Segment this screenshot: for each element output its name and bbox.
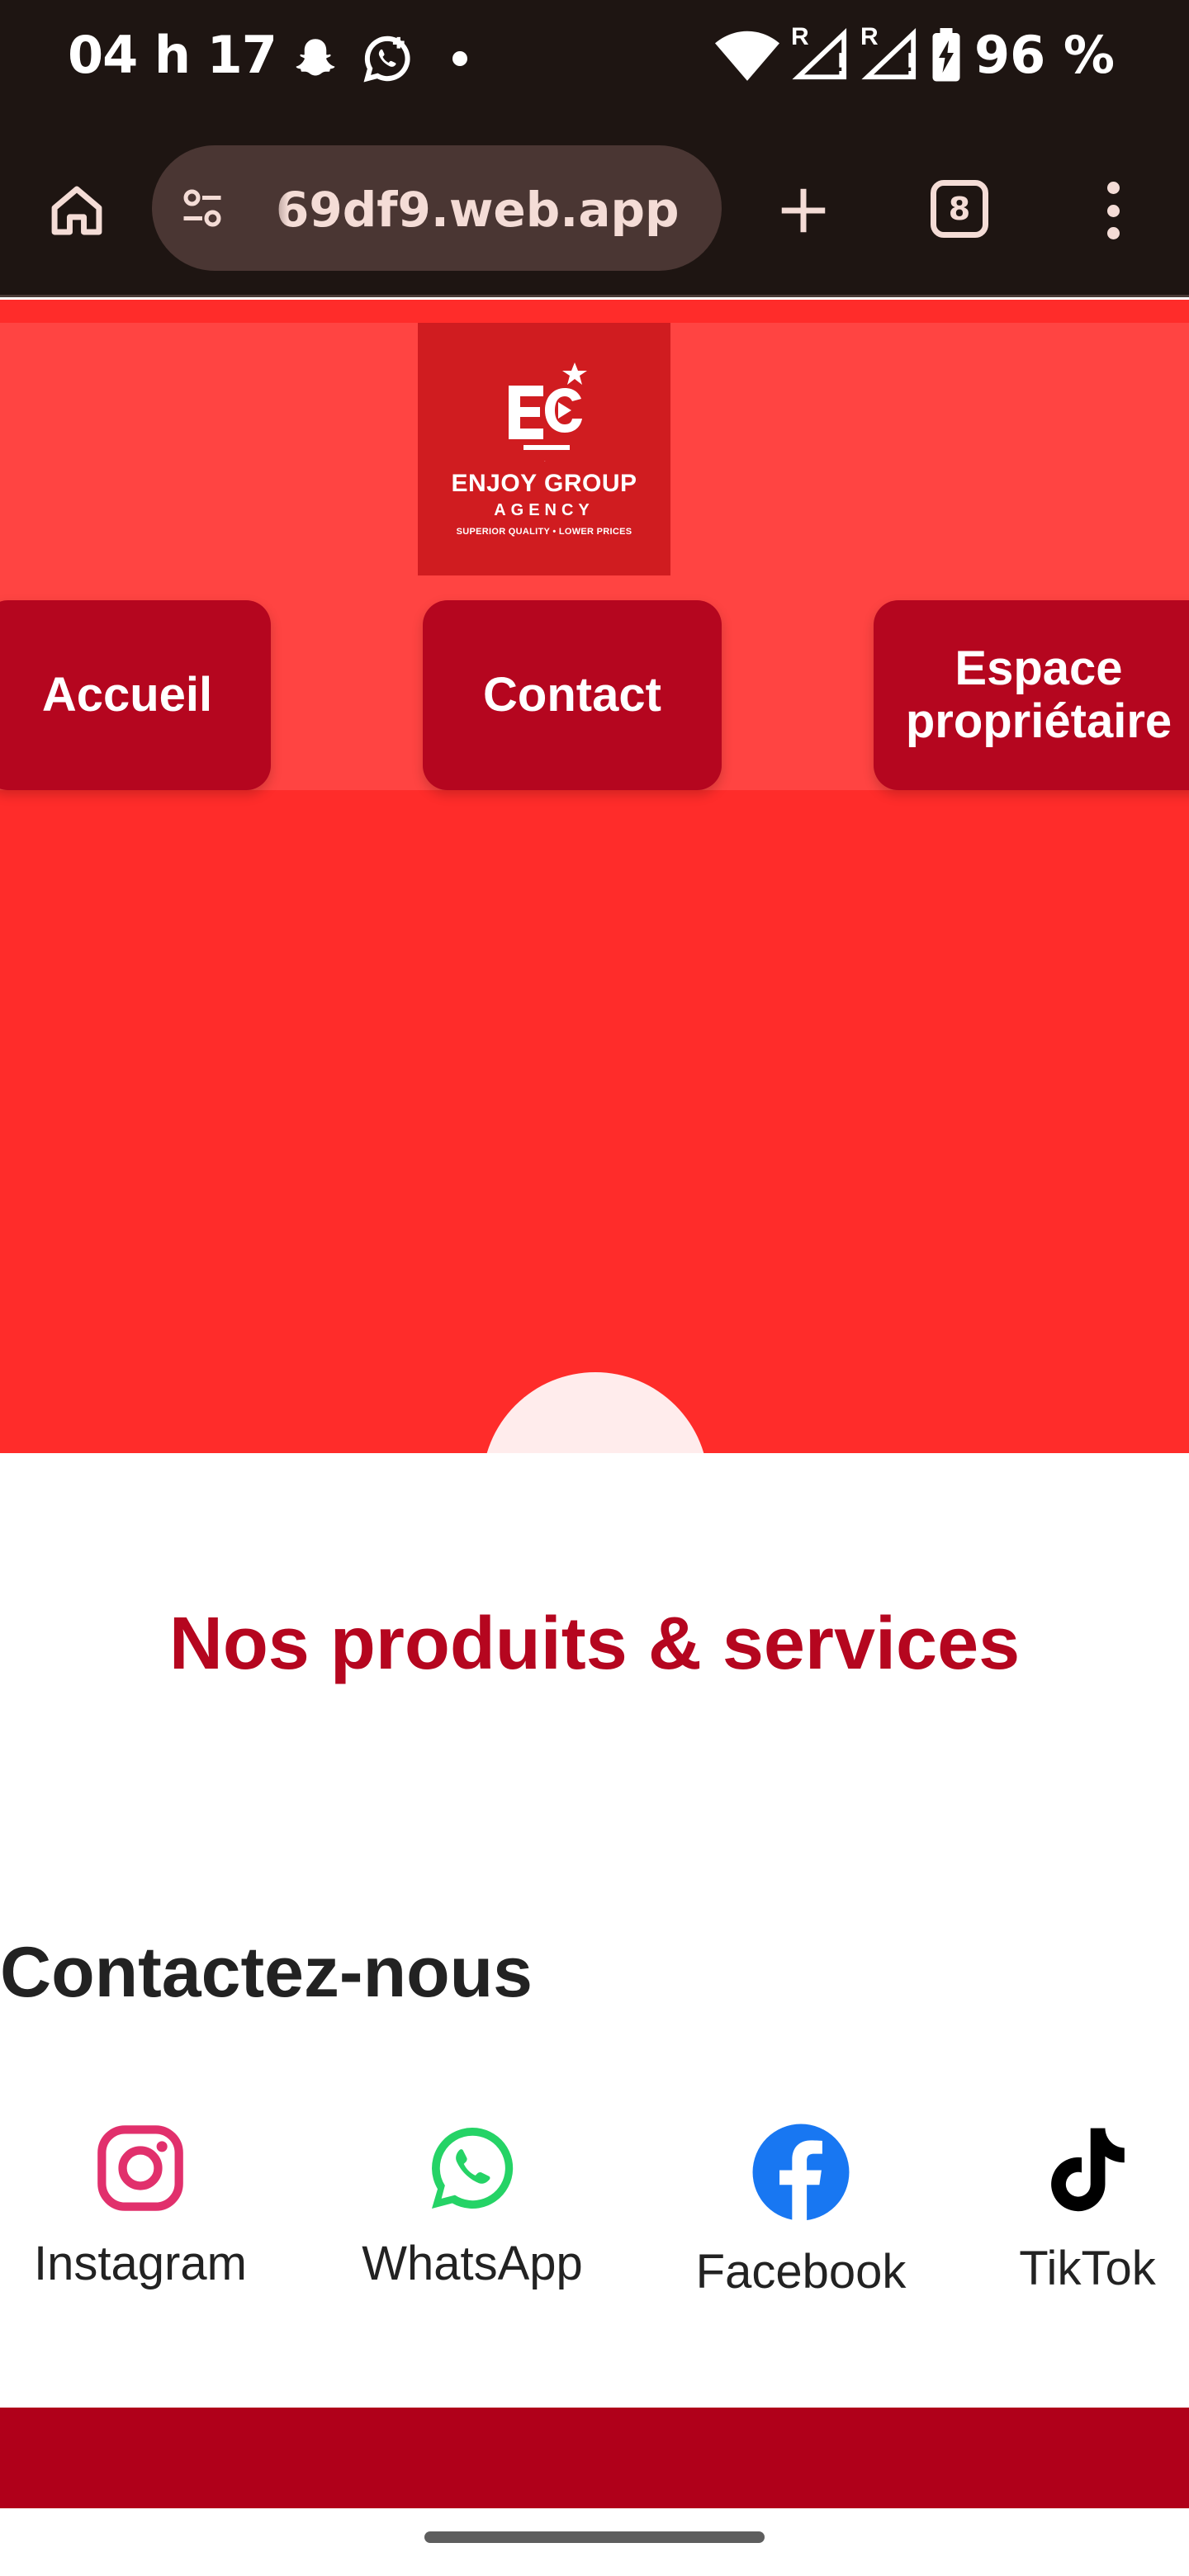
address-bar[interactable]: 69df9.web.app <box>152 145 722 271</box>
notification-dot <box>452 51 467 66</box>
battery-charging-icon <box>932 27 960 81</box>
site-logo[interactable]: EG ENJOY GROUP AGENCY SUPERIOR QUALITY •… <box>418 323 670 575</box>
roaming-letter: R <box>860 22 879 50</box>
signal-roaming-icon: R <box>791 23 849 83</box>
content-background <box>0 1453 1189 1618</box>
status-right: R R 96 % <box>715 23 1115 85</box>
facebook-label: Facebook <box>695 2245 907 2299</box>
status-bar: 04 h 17 R R 96 % <box>0 0 1189 124</box>
gesture-handle[interactable] <box>424 2531 765 2543</box>
logo-name: ENJOY GROUP <box>451 469 637 497</box>
footer-bar <box>0 2408 1189 2508</box>
facebook-icon <box>752 2124 850 2223</box>
status-time: 04 h 17 <box>68 25 277 85</box>
tiktok-link[interactable]: TikTok <box>1009 2122 1166 2296</box>
browser-toolbar: 69df9.web.app 8 <box>0 124 1189 297</box>
instagram-link[interactable]: Instagram <box>25 2122 256 2291</box>
contact-title: Contactez-nous <box>0 1933 533 2012</box>
instagram-label: Instagram <box>34 2237 247 2290</box>
logo-subtitle: AGENCY <box>494 500 594 519</box>
tiktok-label: TikTok <box>1019 2242 1156 2295</box>
nav-espace-proprietaire-button[interactable]: Espace propriétaire <box>874 600 1189 790</box>
tabs-button[interactable]: 8 <box>931 180 988 238</box>
new-tab-button[interactable] <box>768 175 839 246</box>
status-left-icons <box>291 31 467 86</box>
whatsapp-label: WhatsApp <box>362 2237 583 2290</box>
more-menu-button[interactable] <box>1090 173 1136 248</box>
products-services-title: Nos produits & services <box>168 1603 1021 1685</box>
url-text[interactable]: 69df9.web.app <box>276 182 680 238</box>
whatsapp-link[interactable]: WhatsApp <box>355 2122 590 2291</box>
instagram-icon <box>97 2125 183 2211</box>
home-button[interactable] <box>41 175 112 246</box>
whatsapp-status-icon <box>363 36 410 83</box>
snapchat-icon <box>296 39 335 76</box>
wifi-icon <box>715 31 779 81</box>
more-vert-icon <box>1106 182 1120 194</box>
tiktok-icon <box>1051 2128 1125 2212</box>
logo-monogram: EG <box>544 461 546 462</box>
roaming-letter: R <box>791 22 809 50</box>
facebook-link[interactable]: Facebook <box>690 2122 912 2299</box>
logo-tagline: SUPERIOR QUALITY • LOWER PRICES <box>456 526 632 537</box>
eg-logo-mark: EG <box>509 362 587 462</box>
home-icon <box>51 186 102 235</box>
plus-icon <box>781 188 826 233</box>
battery-percent: 96 % <box>974 25 1115 85</box>
tab-count: 8 <box>948 191 971 227</box>
whatsapp-icon <box>432 2127 514 2209</box>
nav-accueil-button[interactable]: Accueil <box>0 600 271 790</box>
url-fade <box>255 178 288 238</box>
tune-icon[interactable] <box>177 183 228 233</box>
nav-contact-button[interactable]: Contact <box>423 600 722 790</box>
signal-roaming-icon: R <box>860 23 918 83</box>
